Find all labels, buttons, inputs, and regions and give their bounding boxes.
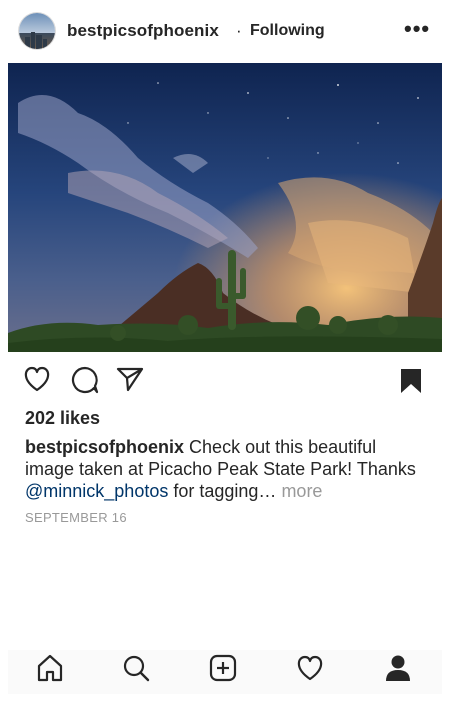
- likes-count[interactable]: 202 likes: [25, 408, 100, 429]
- caption-username[interactable]: bestpicsofphoenix: [25, 437, 184, 457]
- post-username[interactable]: bestpicsofphoenix: [67, 21, 219, 41]
- bookmark-filled-icon[interactable]: [400, 368, 422, 394]
- search-icon[interactable]: [121, 653, 151, 683]
- post-date: SEPTEMBER 16: [25, 510, 127, 525]
- comment-icon[interactable]: [71, 366, 99, 394]
- caption-more-link[interactable]: more: [281, 481, 322, 501]
- send-icon[interactable]: [116, 366, 144, 392]
- heart-icon[interactable]: [23, 366, 51, 392]
- new-post-icon[interactable]: [208, 653, 238, 683]
- post-image[interactable]: [8, 63, 442, 352]
- post-actions: [0, 360, 450, 400]
- post-caption: bestpicsofphoenix Check out this beautif…: [25, 436, 425, 502]
- avatar[interactable]: [19, 13, 55, 49]
- separator-dot: ·: [236, 21, 242, 40]
- home-icon[interactable]: [35, 653, 65, 683]
- bottom-tab-bar: [8, 650, 442, 694]
- post-header: bestpicsofphoenix · Following •••: [0, 0, 450, 62]
- profile-icon[interactable]: [383, 653, 413, 683]
- caption-mention-link[interactable]: @minnick_photos: [25, 481, 168, 501]
- following-button[interactable]: Following: [250, 22, 325, 40]
- caption-text-continued: for tagging…: [173, 481, 277, 501]
- more-options-icon[interactable]: •••: [404, 16, 430, 42]
- activity-heart-icon[interactable]: [295, 653, 325, 683]
